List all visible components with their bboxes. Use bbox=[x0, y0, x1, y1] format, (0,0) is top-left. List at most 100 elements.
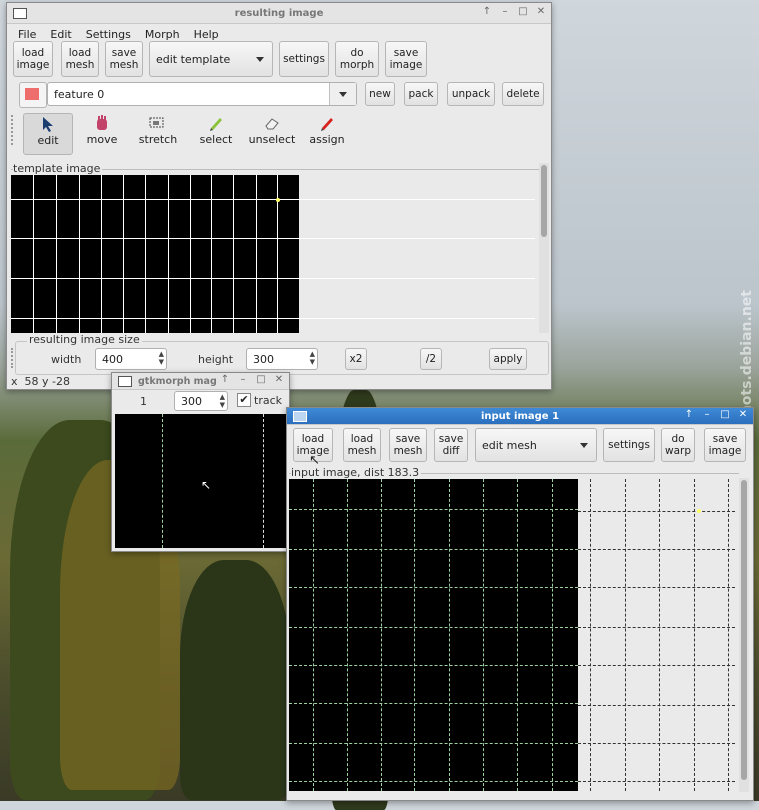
do-morph-button[interactable]: do morph bbox=[335, 41, 379, 77]
save-image-button[interactable]: save image bbox=[385, 41, 427, 77]
maximize-icon[interactable]: □ bbox=[255, 373, 267, 387]
hand-icon bbox=[77, 113, 127, 133]
feature-combo[interactable]: feature 0 bbox=[47, 82, 357, 106]
tool-assign-label: assign bbox=[309, 133, 345, 146]
track-label: track bbox=[254, 394, 282, 407]
zoom-label: 1 bbox=[140, 395, 147, 408]
spin-arrows-icon[interactable]: ▲ ▼ bbox=[220, 393, 225, 409]
width-spinbutton[interactable]: 400 ▲ ▼ bbox=[95, 348, 167, 370]
do-warp-button[interactable]: do warp bbox=[661, 428, 695, 462]
close-icon[interactable]: ✕ bbox=[273, 373, 285, 387]
template-vertical-scrollbar[interactable] bbox=[539, 163, 549, 333]
resulting-image-window: resulting image ↑ – □ ✕ File Edit Settin… bbox=[6, 2, 552, 390]
spin-arrows-icon[interactable]: ▲ ▼ bbox=[310, 350, 315, 366]
settings-button[interactable]: settings bbox=[279, 41, 329, 77]
size-frame-label: resulting image size bbox=[27, 333, 142, 346]
arrow-pointer-icon bbox=[24, 114, 72, 134]
unpack-button[interactable]: unpack bbox=[447, 82, 495, 106]
settings-button[interactable]: settings bbox=[603, 428, 655, 462]
minimize-icon[interactable]: – bbox=[237, 373, 249, 387]
tool-edit-label: edit bbox=[37, 134, 59, 147]
tool-edit[interactable]: edit bbox=[23, 113, 73, 155]
feature-dropdown-button[interactable] bbox=[329, 83, 356, 105]
track-checkbox[interactable]: ✔ bbox=[237, 393, 251, 407]
menu-file[interactable]: File bbox=[11, 28, 43, 41]
height-value: 300 bbox=[253, 352, 274, 366]
window-icon bbox=[293, 410, 307, 422]
feature-color-swatch[interactable] bbox=[19, 82, 47, 108]
shade-icon[interactable]: ↑ bbox=[219, 373, 231, 387]
pencil-icon bbox=[191, 113, 241, 133]
save-mesh-button[interactable]: save mesh bbox=[105, 41, 143, 77]
input-vertical-scrollbar[interactable] bbox=[739, 478, 749, 792]
tool-select[interactable]: select bbox=[191, 113, 241, 155]
load-image-button[interactable]: load image bbox=[13, 41, 53, 77]
mesh-point[interactable] bbox=[697, 509, 701, 513]
chevron-down-icon bbox=[256, 57, 264, 62]
input-image-canvas[interactable] bbox=[289, 479, 578, 791]
menu-settings[interactable]: Settings bbox=[79, 28, 138, 41]
tool-assign[interactable]: assign bbox=[302, 113, 352, 155]
apply-button[interactable]: apply bbox=[489, 348, 527, 370]
window-icon bbox=[13, 7, 27, 19]
width-label: width bbox=[51, 353, 82, 366]
minimize-icon[interactable]: – bbox=[499, 5, 511, 19]
shade-icon[interactable]: ↑ bbox=[683, 408, 695, 422]
shade-icon[interactable]: ↑ bbox=[481, 5, 493, 19]
tool-move-label: move bbox=[86, 133, 118, 146]
cursor-icon: ↖ bbox=[201, 478, 212, 492]
stretch-icon bbox=[133, 113, 183, 133]
window-titlebar[interactable]: input image 1 ↑ – □ ✕ bbox=[287, 408, 753, 425]
tool-select-label: select bbox=[199, 133, 233, 146]
save-diff-button[interactable]: save diff bbox=[434, 428, 468, 462]
mag-spinbutton[interactable]: 300 ▲ ▼ bbox=[174, 391, 228, 411]
close-icon[interactable]: ✕ bbox=[737, 408, 749, 422]
mode-combo-value: edit template bbox=[156, 52, 231, 66]
template-extra-lines bbox=[299, 175, 535, 333]
tool-move[interactable]: move bbox=[77, 113, 127, 155]
minimize-icon[interactable]: – bbox=[701, 408, 713, 422]
tool-unselect[interactable]: unselect bbox=[247, 113, 297, 155]
eraser-icon bbox=[247, 113, 297, 133]
template-image-canvas[interactable] bbox=[11, 175, 299, 333]
pack-button[interactable]: pack bbox=[404, 82, 438, 106]
height-spinbutton[interactable]: 300 ▲ ▼ bbox=[246, 348, 318, 370]
toolbar-grip[interactable] bbox=[11, 115, 16, 145]
save-image-button[interactable]: save image bbox=[704, 428, 746, 462]
gtkmorph-mag-window: gtkmorph mag ↑ – □ ✕ 1 300 ▲ ▼ ✔ track ↖ bbox=[111, 372, 290, 552]
half-size-button[interactable]: /2 bbox=[420, 348, 442, 370]
height-label: height bbox=[198, 353, 234, 366]
load-mesh-button[interactable]: load mesh bbox=[61, 41, 99, 77]
mode-combo[interactable]: edit template bbox=[149, 41, 273, 77]
window-titlebar[interactable]: resulting image ↑ – □ ✕ bbox=[7, 3, 551, 24]
menu-help[interactable]: Help bbox=[187, 28, 226, 41]
menu-edit[interactable]: Edit bbox=[43, 28, 78, 41]
menu-morph[interactable]: Morph bbox=[138, 28, 187, 41]
tool-stretch[interactable]: stretch bbox=[133, 113, 183, 155]
window-titlebar[interactable]: gtkmorph mag ↑ – □ ✕ bbox=[112, 373, 289, 390]
red-pencil-icon bbox=[302, 113, 352, 133]
width-value: 400 bbox=[102, 352, 123, 366]
load-mesh-button[interactable]: load mesh bbox=[343, 428, 381, 462]
mesh-point[interactable] bbox=[276, 198, 280, 202]
double-size-button[interactable]: x2 bbox=[345, 348, 367, 370]
input-image-viewport[interactable] bbox=[289, 479, 735, 791]
close-icon[interactable]: ✕ bbox=[535, 5, 547, 19]
maximize-icon[interactable]: □ bbox=[719, 408, 731, 422]
maximize-icon[interactable]: □ bbox=[517, 5, 529, 19]
template-image-label: template image bbox=[13, 162, 103, 175]
mesh-mode-combo[interactable]: edit mesh bbox=[475, 428, 597, 462]
window-title: resulting image bbox=[234, 7, 324, 19]
mag-canvas[interactable]: ↖ bbox=[115, 414, 286, 548]
window-icon bbox=[118, 375, 132, 387]
input-mesh-outside bbox=[578, 479, 735, 791]
new-feature-button[interactable]: new bbox=[365, 82, 395, 106]
spin-arrows-icon[interactable]: ▲ ▼ bbox=[159, 350, 164, 366]
delete-button[interactable]: delete bbox=[502, 82, 544, 106]
mesh-mode-value: edit mesh bbox=[482, 438, 537, 452]
input-image-window: input image 1 ↑ – □ ✕ load image load me… bbox=[286, 407, 754, 801]
size-grip[interactable] bbox=[11, 348, 16, 368]
save-mesh-button[interactable]: save mesh bbox=[389, 428, 427, 462]
input-image-label: input image, dist 183.3 bbox=[291, 466, 422, 479]
feature-combo-value: feature 0 bbox=[54, 87, 105, 101]
